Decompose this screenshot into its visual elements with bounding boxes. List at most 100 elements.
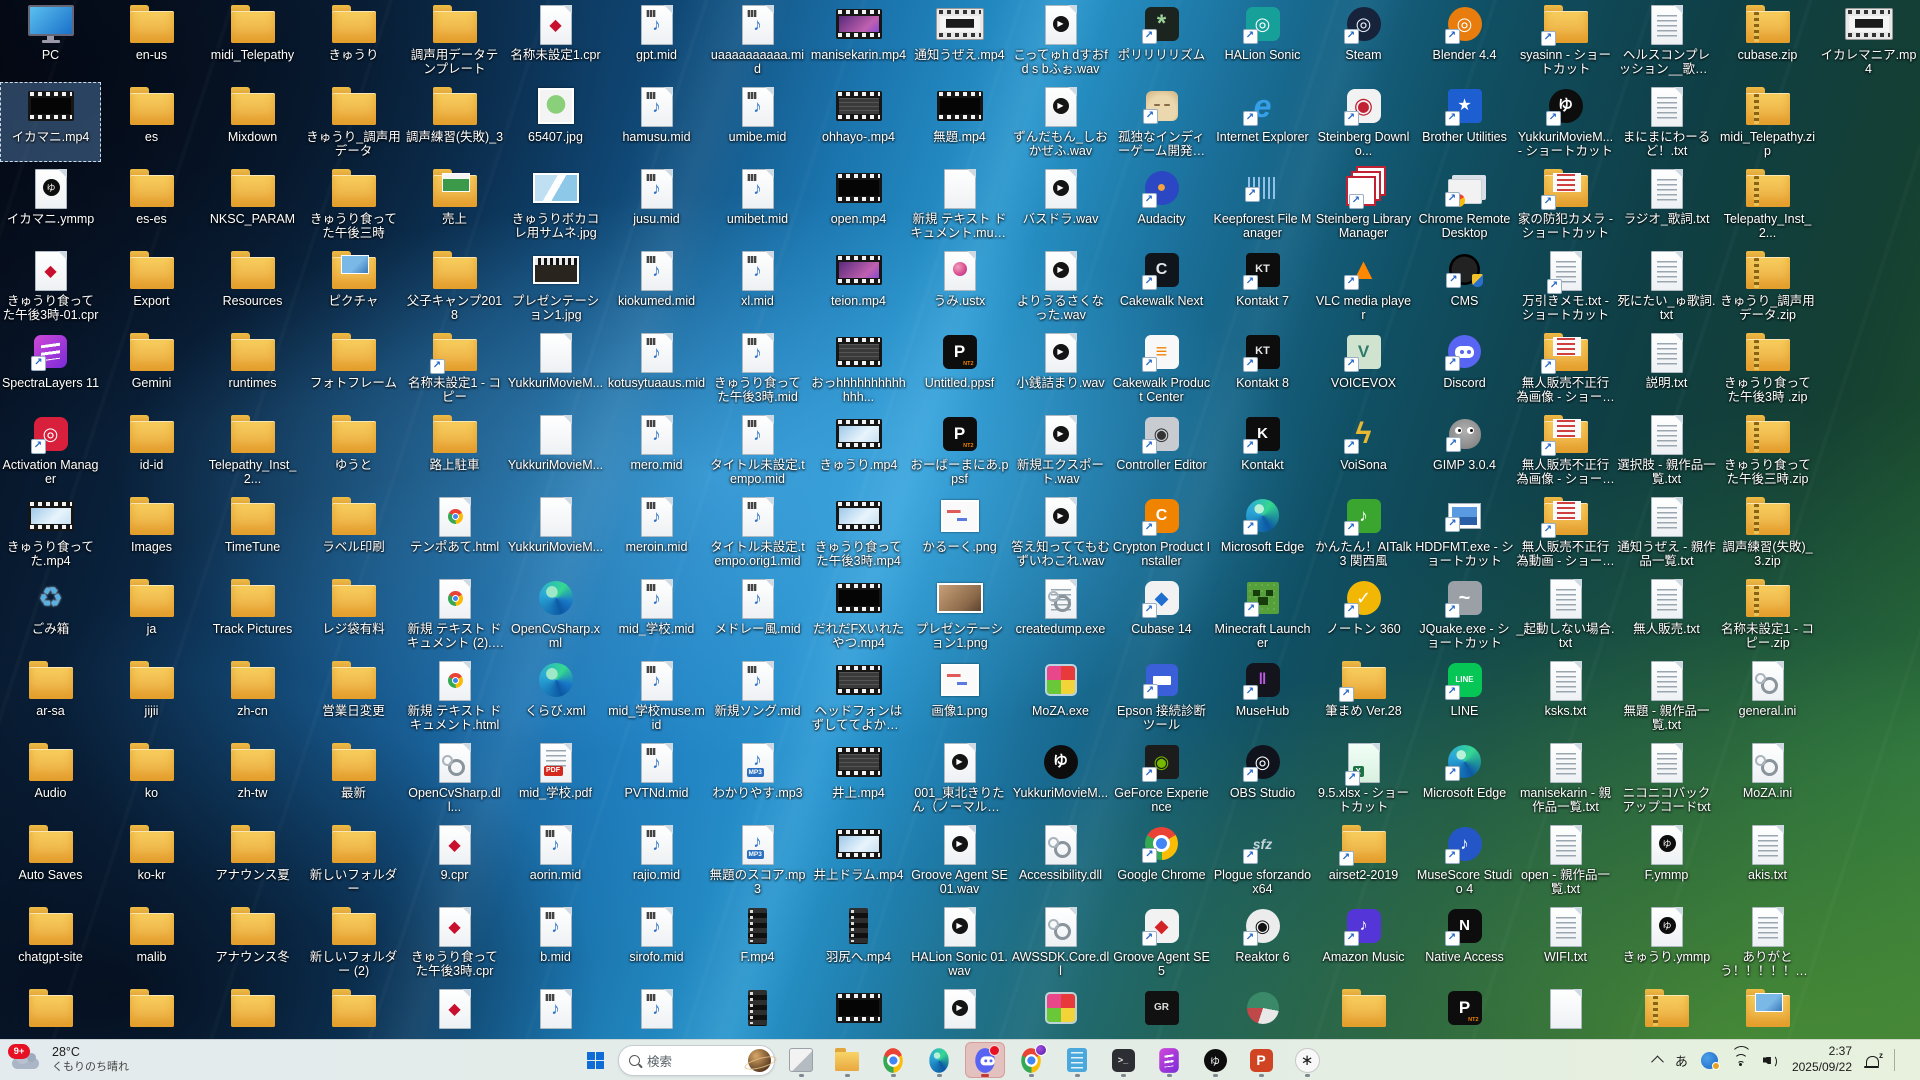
desktop-icon[interactable]: くらび.xml bbox=[505, 656, 606, 736]
clock[interactable]: 2:37 2025/09/22 bbox=[1792, 1044, 1852, 1075]
photos-app-taskbar-button[interactable] bbox=[781, 1042, 821, 1078]
desktop-icon[interactable]: ◎↗HALion Sonic bbox=[1212, 0, 1313, 80]
desktop-icon[interactable]: ↗無人販売不正行為画像 - ショートカッ... bbox=[1515, 328, 1616, 408]
desktop-icon[interactable]: WIFI.txt bbox=[1515, 902, 1616, 982]
desktop-icon[interactable]: es bbox=[101, 82, 202, 162]
desktop-icon[interactable]: だれだFXいれたやつ.mp4 bbox=[808, 574, 909, 654]
desktop-icon[interactable]: ▶HALion Sonic 01.wav bbox=[909, 902, 1010, 982]
desktop-icon[interactable]: きゅうり_調声用データ bbox=[303, 82, 404, 162]
desktop-icon[interactable]: ゆきゅうり.ymmp bbox=[1616, 902, 1717, 982]
desktop-icon[interactable]: うみ.ustx bbox=[909, 246, 1010, 326]
desktop-icon[interactable]: 無人販売.txt bbox=[1616, 574, 1717, 654]
desktop-icon[interactable]: ◎↗Activation Manager bbox=[0, 410, 101, 490]
desktop-icon[interactable]: ありがとう！！！！！！.txt bbox=[1717, 902, 1818, 982]
desktop-icon[interactable]: ◉↗Steinberg Downlo... bbox=[1313, 82, 1414, 162]
desktop-icon[interactable]: 調声用データテンプレート bbox=[404, 0, 505, 80]
desktop-icon[interactable]: アナウンス冬 bbox=[202, 902, 303, 982]
desktop-icon[interactable]: ピクチャ bbox=[303, 246, 404, 326]
desktop-icon[interactable]: C↗Crypton Product Installer bbox=[1111, 492, 1212, 572]
desktop-icon[interactable]: ↗Microsoft Edge bbox=[1212, 492, 1313, 572]
desktop-icon[interactable]: ksks.txt bbox=[1515, 656, 1616, 736]
desktop-icon[interactable]: ゆイカマニ.ymmp bbox=[0, 164, 101, 244]
desktop-icon[interactable]: プレゼンテーション1.jpg bbox=[505, 246, 606, 326]
desktop-icon[interactable]: Accessibility.dll bbox=[1010, 820, 1111, 900]
desktop-icon[interactable]: 新規 テキスト ドキュメント (2).html bbox=[404, 574, 505, 654]
desktop-icon[interactable]: 新規 テキスト ドキュメント.html bbox=[404, 656, 505, 736]
desktop-icon[interactable]: ♪hamusu.mid bbox=[606, 82, 707, 162]
desktop-icon[interactable]: ◆9.cpr bbox=[404, 820, 505, 900]
desktop-icon[interactable]: ↗airset2-2019 bbox=[1313, 820, 1414, 900]
desktop-icon[interactable]: _起動しない場合.txt bbox=[1515, 574, 1616, 654]
discord-taskbar-button[interactable] bbox=[965, 1042, 1005, 1078]
desktop-icon[interactable]: ϟ↗VoiSona bbox=[1313, 410, 1414, 490]
desktop-icon[interactable]: ♪aorin.mid bbox=[505, 820, 606, 900]
desktop-icon[interactable]: ♪uaaaaaaaaaa.mid bbox=[707, 0, 808, 80]
desktop-icon[interactable]: ♪タイトル未設定.tempo.mid bbox=[707, 410, 808, 490]
desktop-icon[interactable]: ▶答え知っててもむずいわこれ.wav bbox=[1010, 492, 1111, 572]
powerpoint-taskbar-button[interactable]: P bbox=[1241, 1042, 1281, 1078]
desktop-icon[interactable]: zh-cn bbox=[202, 656, 303, 736]
desktop-icon[interactable]: jijii bbox=[101, 656, 202, 736]
desktop-icon[interactable]: ↗SpectraLayers 11 bbox=[0, 328, 101, 408]
desktop-icon[interactable]: Audio bbox=[0, 738, 101, 818]
desktop-icon[interactable]: ↗Discord bbox=[1414, 328, 1515, 408]
desktop-icon[interactable]: ◎↗OBS Studio bbox=[1212, 738, 1313, 818]
desktop-icon[interactable]: ◉↗Controller Editor bbox=[1111, 410, 1212, 490]
desktop-icon[interactable]: ♪rajio.mid bbox=[606, 820, 707, 900]
desktop-icon[interactable]: ≡↗Cakewalk Product Center bbox=[1111, 328, 1212, 408]
desktop-icon[interactable]: ◎↗Steam bbox=[1313, 0, 1414, 80]
desktop-icon[interactable]: まにまにわーるど！.txt bbox=[1616, 82, 1717, 162]
desktop-icon[interactable]: ↗万引きメモ.txt - ショートカット bbox=[1515, 246, 1616, 326]
desktop-icon[interactable]: ohhayo-.mp4 bbox=[808, 82, 909, 162]
desktop-icon[interactable]: ♪↗MuseScore Studio 4 bbox=[1414, 820, 1515, 900]
desktop-icon[interactable]: zh-tw bbox=[202, 738, 303, 818]
desktop-icon[interactable]: manisekarin.mp4 bbox=[808, 0, 909, 80]
desktop-icon[interactable]: ●↗Audacity bbox=[1111, 164, 1212, 244]
desktop-icon[interactable]: ヘルスコンプレッション__歌詞.txt bbox=[1616, 0, 1717, 80]
microsoft-edge-taskbar-button[interactable] bbox=[919, 1042, 959, 1078]
desktop-icon[interactable]: 井上.mp4 bbox=[808, 738, 909, 818]
desktop-icon[interactable]: 通知うぜえ - 親作品一覧.txt bbox=[1616, 492, 1717, 572]
desktop-icon[interactable]: 無題 - 親作品一覧.txt bbox=[1616, 656, 1717, 736]
desktop-icon[interactable]: ♪meroin.mid bbox=[606, 492, 707, 572]
yukkuri-movie-maker-taskbar-button[interactable]: ゆ bbox=[1195, 1042, 1235, 1078]
desktop-icon[interactable]: ゆうと bbox=[303, 410, 404, 490]
desktop-icon[interactable]: イカレマニア.mp4 bbox=[1818, 0, 1919, 80]
desktop-icon[interactable]: PNT2おーばーまにあ.ppsf bbox=[909, 410, 1010, 490]
desktop-icon[interactable]: ♪メドレー風.mid bbox=[707, 574, 808, 654]
desktop-icon[interactable]: ◆↗Groove Agent SE 5 bbox=[1111, 902, 1212, 982]
desktop-icon[interactable]: *↗ポリリリリズム bbox=[1111, 0, 1212, 80]
desktop-icon[interactable]: ↗Google Chrome bbox=[1111, 820, 1212, 900]
desktop-icon[interactable]: ✓↗ノートン 360 bbox=[1313, 574, 1414, 654]
desktop-icon[interactable]: en-us bbox=[101, 0, 202, 80]
desktop-icon[interactable]: ↗孤独なインディーゲーム開発者の一生 ... bbox=[1111, 82, 1212, 162]
desktop-icon[interactable]: ◉↗GeForce Experience bbox=[1111, 738, 1212, 818]
desktop-icon[interactable]: 営業日変更 bbox=[303, 656, 404, 736]
desktop-icon[interactable]: ↗HDDFMT.exe - ショートカット bbox=[1414, 492, 1515, 572]
desktop-icon[interactable]: 調声練習(失敗)_3.zip bbox=[1717, 492, 1818, 572]
desktop-icon[interactable]: ♪jusu.mid bbox=[606, 164, 707, 244]
desktop-icon[interactable]: ↗GIMP 3.0.4 bbox=[1414, 410, 1515, 490]
desktop-icon[interactable]: e↗Internet Explorer bbox=[1212, 82, 1313, 162]
desktop-icon[interactable]: chatgpt-site bbox=[0, 902, 101, 982]
desktop-icon[interactable]: ja bbox=[101, 574, 202, 654]
notification-bell-icon[interactable]: z bbox=[1865, 1053, 1881, 1068]
desktop-icon[interactable]: テンポあて.html bbox=[404, 492, 505, 572]
desktop-icon[interactable]: createdump.exe bbox=[1010, 574, 1111, 654]
notepad-taskbar-button[interactable] bbox=[1057, 1042, 1097, 1078]
desktop-icon[interactable]: LINE↗LINE bbox=[1414, 656, 1515, 736]
desktop-icon[interactable]: KT↗Kontakt 7 bbox=[1212, 246, 1313, 326]
desktop-icon[interactable]: ◆名称未設定1.cpr bbox=[505, 0, 606, 80]
desktop-icon[interactable]: ゆF.ymmp bbox=[1616, 820, 1717, 900]
desktop-icon[interactable]: ↗Microsoft Edge bbox=[1414, 738, 1515, 818]
desktop-icon[interactable]: open.mp4 bbox=[808, 164, 909, 244]
desktop-icon[interactable]: ラベル印刷 bbox=[303, 492, 404, 572]
desktop-icon[interactable]: ▶よりうるさくなった.wav bbox=[1010, 246, 1111, 326]
desktop-icon[interactable]: おっhhhhhhhhhhhhh... bbox=[808, 328, 909, 408]
desktop-icon[interactable]: ラジオ_歌詞.txt bbox=[1616, 164, 1717, 244]
desktop-icon[interactable]: Mixdown bbox=[202, 82, 303, 162]
desktop-icon[interactable]: ゆYukkuriMovieM... bbox=[1010, 738, 1111, 818]
onedrive-account-icon[interactable] bbox=[1701, 1052, 1718, 1069]
desktop-icon[interactable]: イカマニ.mp4 bbox=[0, 82, 101, 162]
desktop-icon[interactable]: ▶こってゅh dすおf d s bふぉ.wav bbox=[1010, 0, 1111, 80]
